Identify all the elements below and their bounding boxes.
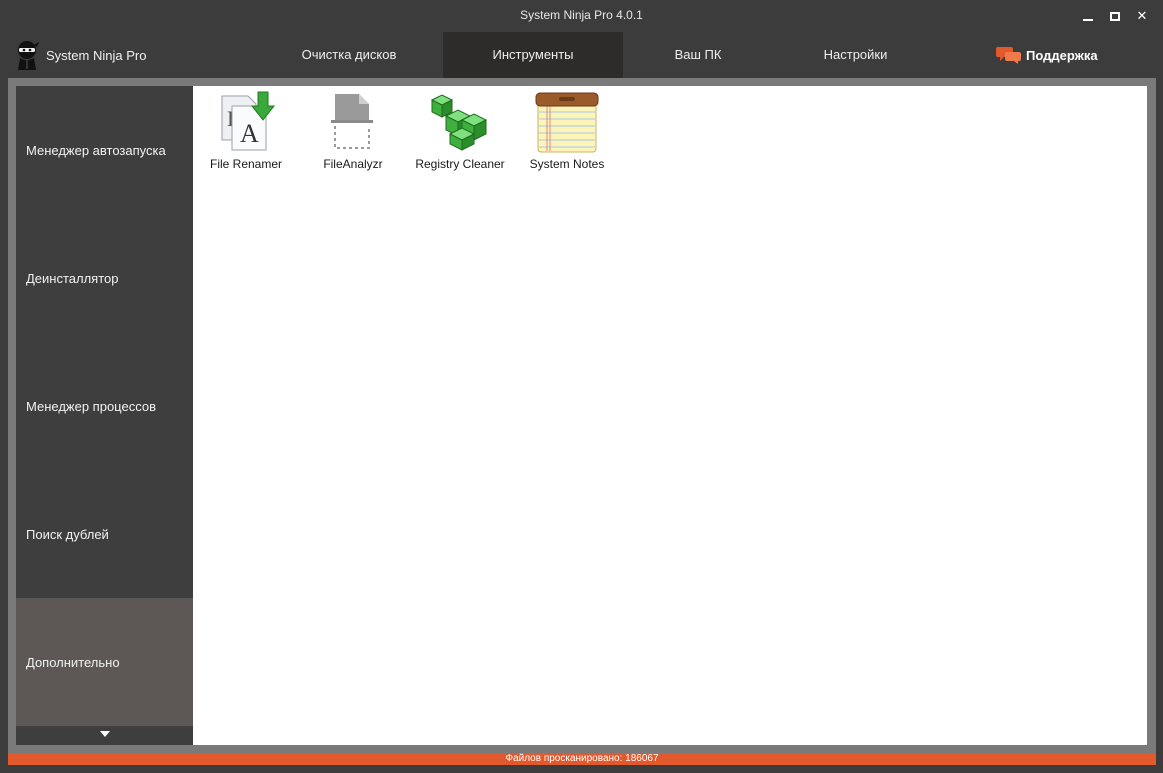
ninja-logo-icon <box>18 41 39 70</box>
sidebar-item-additional[interactable]: Дополнительно <box>16 598 193 726</box>
support-label: Поддержка <box>1026 47 1098 63</box>
tool-registry-cleaner[interactable]: Registry Cleaner <box>408 88 512 174</box>
tab-settings[interactable]: Настройки <box>773 32 938 78</box>
close-button[interactable]: ✕ <box>1131 6 1153 26</box>
sidebar-item-uninstaller[interactable]: Деинсталлятор <box>16 214 193 342</box>
sidebar-item-label: Менеджер автозапуска <box>26 142 166 158</box>
system-notes-icon <box>535 92 599 153</box>
tab-disk-cleanup[interactable]: Очистка дисков <box>256 32 442 78</box>
tab-your-pc[interactable]: Ваш ПК <box>623 32 773 78</box>
maximize-icon <box>1110 12 1120 21</box>
sidebar-item-label: Поиск дублей <box>26 526 109 542</box>
sidebar-item-duplicate-finder[interactable]: Поиск дублей <box>16 470 193 598</box>
sidebar-item-label: Дополнительно <box>26 654 120 670</box>
sidebar-item-label: Деинсталлятор <box>26 270 119 286</box>
tool-label: FileAnalyzr <box>323 157 383 171</box>
file-analyzr-icon <box>331 94 373 149</box>
sidebar-scroll-down-button[interactable] <box>16 726 193 745</box>
tool-label: System Notes <box>529 157 605 171</box>
window-title: System Ninja Pro 4.0.1 <box>520 8 643 22</box>
tool-label: File Renamer <box>209 157 283 171</box>
tools-panel: B A File Renamer FileAnalyzr <box>193 86 1147 745</box>
brand: System Ninja Pro <box>14 36 146 74</box>
main-nav: System Ninja Pro Очистка дисков Инструме… <box>0 32 1163 78</box>
sidebar-item-process-manager[interactable]: Менеджер процессов <box>16 342 193 470</box>
triangle-down-icon <box>100 731 110 737</box>
status-text: Файлов просканировано: 186067 <box>505 753 659 764</box>
tool-system-notes[interactable]: System Notes <box>515 88 619 174</box>
tool-file-renamer[interactable]: B A File Renamer <box>194 88 298 174</box>
chat-bubbles-icon <box>996 47 1021 64</box>
tool-file-analyzr[interactable]: FileAnalyzr <box>301 88 405 174</box>
support-link[interactable]: Поддержка <box>996 44 1098 66</box>
tab-tools[interactable]: Инструменты <box>443 32 623 78</box>
sidebar-item-startup-manager[interactable]: Менеджер автозапуска <box>16 86 193 214</box>
minimize-button[interactable] <box>1077 6 1099 26</box>
tool-label: Registry Cleaner <box>415 157 505 171</box>
minimize-icon <box>1083 19 1093 21</box>
maximize-button[interactable] <box>1104 6 1126 26</box>
registry-cleaner-icon <box>430 94 488 151</box>
sidebar-item-label: Менеджер процессов <box>26 398 156 414</box>
status-bar: Файлов просканировано: 186067 <box>8 753 1156 765</box>
title-bar: System Ninja Pro 4.0.1 ✕ <box>0 0 1163 32</box>
brand-name: System Ninja Pro <box>46 47 147 63</box>
svg-text:A: A <box>240 119 259 148</box>
sidebar: Менеджер автозапуска Деинсталлятор Менед… <box>16 86 193 745</box>
close-icon: ✕ <box>1136 8 1148 23</box>
file-renamer-icon: B A <box>221 91 276 151</box>
